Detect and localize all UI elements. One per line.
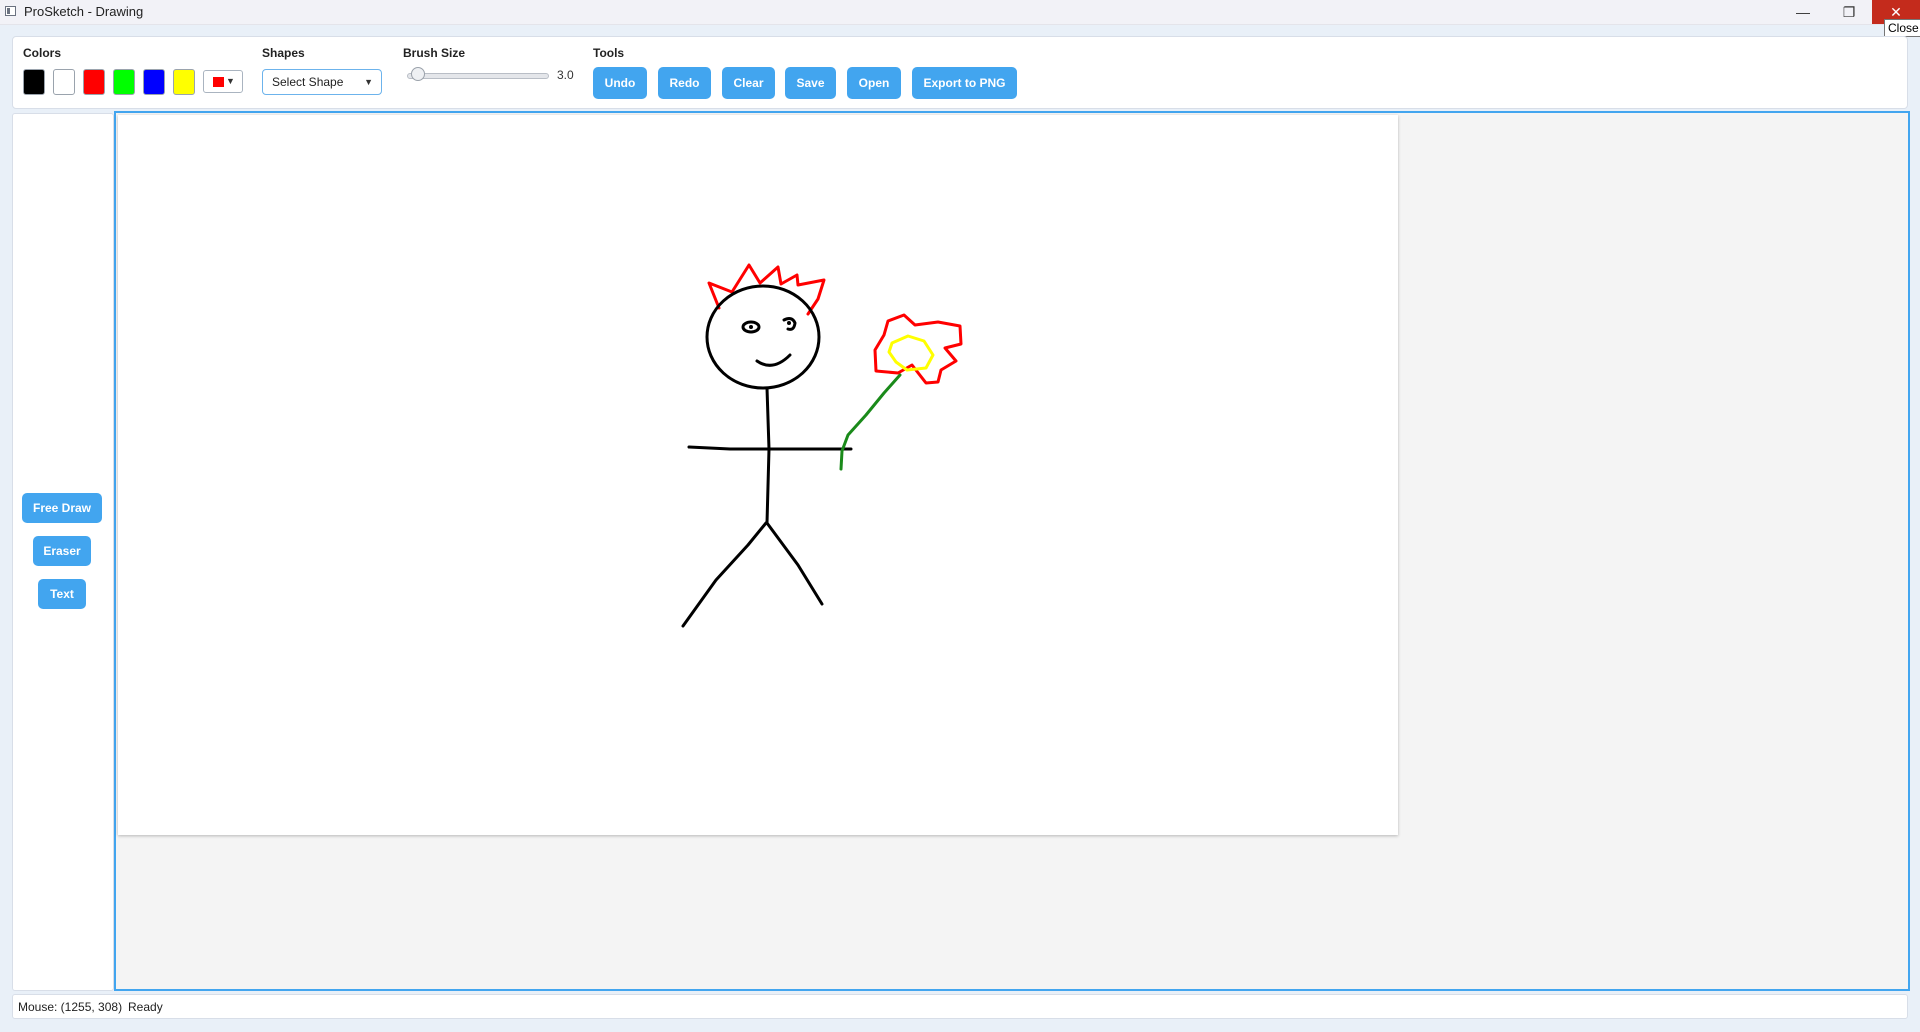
right-pupil xyxy=(787,321,791,325)
maximize-button[interactable]: ❐ xyxy=(1826,0,1872,24)
flower-stem-stroke xyxy=(839,373,902,471)
mouth-stroke xyxy=(755,353,792,367)
minimize-button[interactable]: — xyxy=(1780,0,1826,24)
flower-petals-stroke xyxy=(873,313,963,385)
head-stroke xyxy=(705,284,821,390)
swatch-blue[interactable] xyxy=(143,69,165,95)
swatch-white[interactable] xyxy=(53,69,75,95)
shape-select[interactable]: Select Shape ▼ xyxy=(262,69,382,95)
left-pupil xyxy=(749,325,753,329)
mouse-position: Mouse: (1255, 308) xyxy=(18,1000,123,1014)
color-picker[interactable]: ▼ xyxy=(203,70,243,93)
export-png-button[interactable]: Export to PNG xyxy=(912,67,1017,99)
colors-label: Colors xyxy=(23,46,62,60)
close-tooltip: Close xyxy=(1884,19,1920,37)
undo-button[interactable]: Undo xyxy=(593,67,647,99)
drawing-canvas[interactable] xyxy=(118,115,1398,835)
tools-label: Tools xyxy=(593,46,625,60)
current-color-chip xyxy=(213,77,224,87)
brush-size-label: Brush Size xyxy=(403,46,466,60)
status-text: Ready xyxy=(128,1000,163,1014)
brush-size-value: 3.0 xyxy=(557,68,574,82)
save-button[interactable]: Save xyxy=(785,67,836,99)
open-button[interactable]: Open xyxy=(847,67,901,99)
tool-sidebar: Free Draw Eraser Text xyxy=(12,113,114,991)
right-leg-stroke xyxy=(765,521,824,606)
left-leg-stroke xyxy=(681,521,768,628)
chevron-down-icon: ▼ xyxy=(364,77,373,87)
app-icon xyxy=(5,6,16,16)
text-tool-button[interactable]: Text xyxy=(38,579,86,609)
window-title: ProSketch - Drawing xyxy=(24,4,144,19)
chevron-down-icon: ▼ xyxy=(226,76,235,86)
shape-select-value: Select Shape xyxy=(272,75,344,89)
eraser-button[interactable]: Eraser xyxy=(33,536,91,566)
body-stroke xyxy=(765,386,771,525)
canvas-scroll-area[interactable] xyxy=(114,111,1910,991)
shapes-label: Shapes xyxy=(262,46,305,60)
swatch-red[interactable] xyxy=(83,69,105,95)
title-bar: ProSketch - Drawing — ❐ ✕ xyxy=(0,0,1920,25)
free-draw-button[interactable]: Free Draw xyxy=(22,493,102,523)
clear-button[interactable]: Clear xyxy=(722,67,775,99)
brush-size-slider[interactable] xyxy=(407,73,549,79)
redo-button[interactable]: Redo xyxy=(658,67,711,99)
toolbar: Colors ▼ Shapes Select Shape ▼ Brush Siz… xyxy=(12,36,1908,109)
drawing-strokes xyxy=(681,263,963,628)
swatch-black[interactable] xyxy=(23,69,45,95)
swatch-yellow[interactable] xyxy=(173,69,195,95)
swatch-green[interactable] xyxy=(113,69,135,95)
status-bar: Mouse: (1255, 308) Ready xyxy=(12,994,1908,1019)
